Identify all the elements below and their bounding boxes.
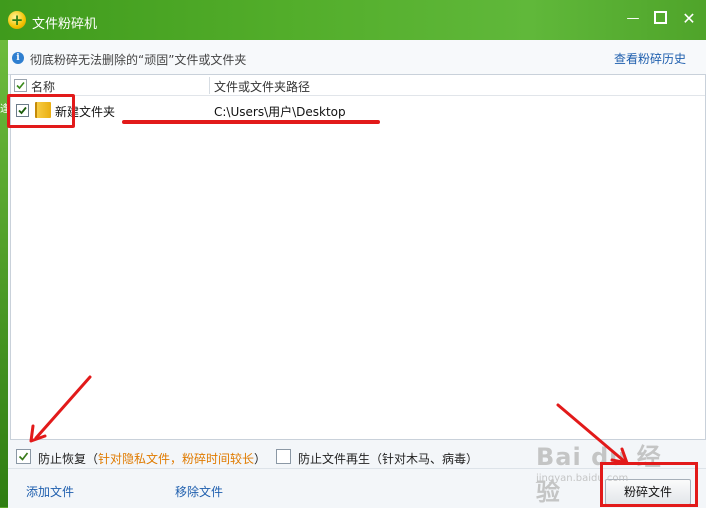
arrow-to-prevent-recovery-icon [29,375,92,443]
annotation-arrows [29,375,629,465]
app-window: + 文件粉碎机 — ✕ 逢 i 彻底粉碎无法删除的“顽固”文件或文件夹 查看粉碎… [0,0,706,508]
arrow-to-shred-button-icon [556,403,629,465]
